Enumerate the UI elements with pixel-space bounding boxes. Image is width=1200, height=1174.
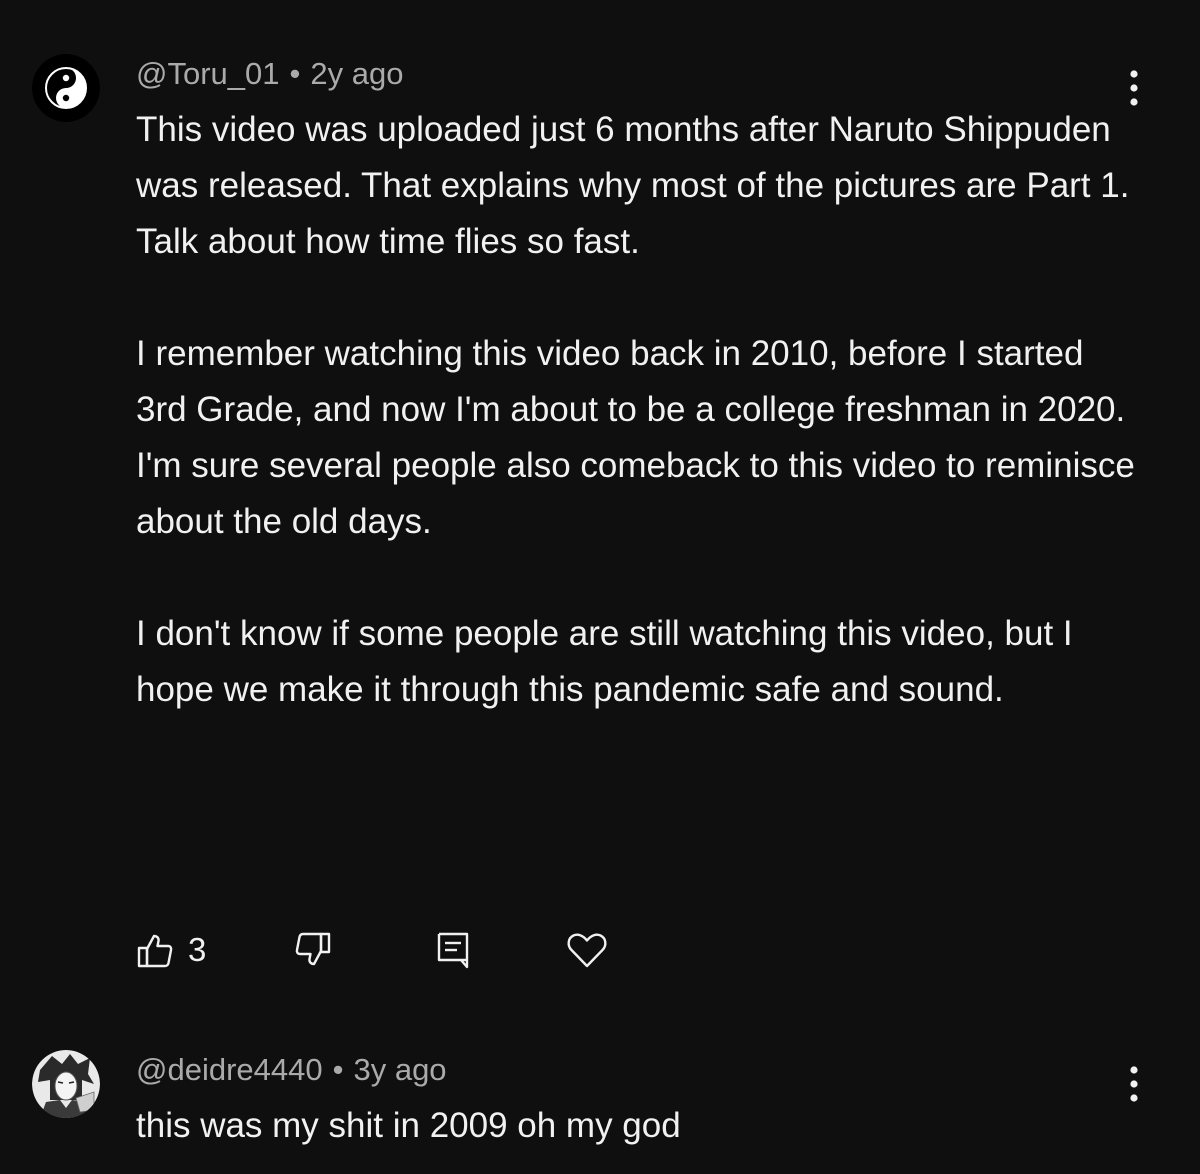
meta-separator: • <box>332 1052 344 1087</box>
comment-paragraph: I'm sure several people also comeback to… <box>136 446 1135 541</box>
thumbs-up-icon <box>137 934 173 968</box>
comment-text: This video was uploaded just 6 months af… <box>136 102 1136 718</box>
comment-meta: @deidre4440 • 3y ago <box>136 1052 447 1088</box>
comment-paragraph: I remember watching this video back in 2… <box>136 334 1126 429</box>
comment-time[interactable]: 2y ago <box>310 56 403 91</box>
reply-button[interactable] <box>434 928 472 972</box>
comment-meta: @Toru_01 • 2y ago <box>136 56 403 92</box>
dislike-button[interactable] <box>294 928 332 972</box>
comment-paragraph: this was my shit in 2009 oh my god <box>136 1106 681 1145</box>
yin-yang-icon <box>32 54 100 122</box>
comment-paragraph: This video was uploaded just 6 months af… <box>136 110 1130 261</box>
comment-author[interactable]: @Toru_01 <box>136 56 280 91</box>
anime-character-avatar <box>32 1050 100 1118</box>
heart-button[interactable] <box>566 928 608 972</box>
comment-author[interactable]: @deidre4440 <box>136 1052 323 1087</box>
comment-thread: @Toru_01 • 2y ago This video was uploaded … <box>0 0 1200 1020</box>
like-count: 3 <box>188 931 207 968</box>
comment-thread: @deidre4440 • 3y ago this was my shit in 2… <box>0 1020 1200 1174</box>
comment-time[interactable]: 3y ago <box>353 1052 446 1087</box>
reply-icon <box>437 932 469 969</box>
meta-separator: • <box>289 56 301 91</box>
avatar[interactable] <box>32 54 100 122</box>
thumbs-down-icon <box>295 932 331 966</box>
comment-paragraph: I don't know if some people are still wa… <box>136 614 1073 709</box>
avatar[interactable] <box>32 1050 100 1118</box>
like-button[interactable]: 3 <box>136 928 206 972</box>
comment-text: this was my shit in 2009 oh my god <box>136 1098 1136 1154</box>
heart-icon <box>567 933 607 968</box>
